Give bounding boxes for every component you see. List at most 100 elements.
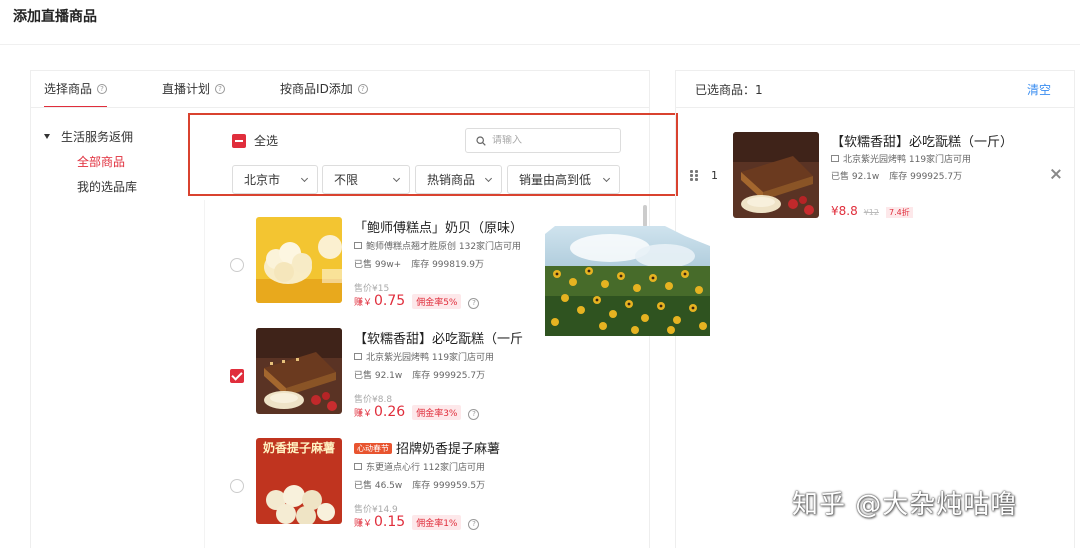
- tree-item-my-library[interactable]: 我的选品库: [44, 178, 137, 195]
- indeterminate-checkbox-icon[interactable]: [232, 133, 246, 148]
- chevron-down-icon: [300, 174, 309, 183]
- store-label: 东更道点心行 112家门店可用: [366, 463, 486, 473]
- product-name[interactable]: 【软糯香甜】必吃翫糕（一斤: [354, 328, 523, 347]
- sold-count: 已售 92.1w: [354, 371, 403, 381]
- product-radio[interactable]: [230, 258, 244, 272]
- list-item[interactable]: 【软糯香甜】必吃翫糕（一斤 北京紫光园烤鸭 119家门店可用 已售 92.1w 库…: [230, 328, 630, 420]
- discount-badge: 7.4折: [886, 207, 913, 218]
- chevron-down-icon: [392, 174, 401, 183]
- earn-label: 赚￥: [354, 519, 373, 529]
- store-icon: [831, 155, 839, 162]
- store-label: 北京紫光园烤鸭 119家门店可用: [843, 155, 972, 165]
- sort-order-select[interactable]: 销量由高到低: [507, 165, 620, 194]
- chevron-down-icon: [484, 174, 493, 183]
- tab-label: 选择商品: [44, 82, 93, 96]
- city-select-value: 北京市: [244, 173, 281, 187]
- page-title: 添加直播商品: [13, 9, 97, 25]
- promo-tag: 心动春节: [354, 443, 392, 454]
- store-label: 鲍师傅糕点翘才胜原创 132家门店可用: [366, 242, 522, 252]
- city-select[interactable]: 北京市: [232, 165, 318, 194]
- product-thumbnail: 奶香提子麻薯: [256, 438, 342, 524]
- help-icon[interactable]: ?: [215, 83, 226, 94]
- selected-count: 已选商品：1: [695, 83, 763, 97]
- product-stats: 已售 92.1w 库存 999925.7万: [354, 368, 485, 381]
- limit-select[interactable]: 不限: [322, 165, 410, 194]
- earn-value: 0.15: [374, 514, 406, 530]
- selected-product-thumbnail: [733, 132, 819, 218]
- right-divider: [676, 107, 1074, 108]
- earn-label: 赚￥: [354, 298, 373, 308]
- earn-value: 0.26: [374, 404, 406, 420]
- list-scrollbar[interactable]: [643, 205, 647, 227]
- product-thumbnail: [256, 328, 342, 414]
- sold-count: 已售 46.5w: [354, 481, 403, 491]
- tab-select-products[interactable]: 选择商品?: [44, 80, 108, 108]
- tree-divider: [204, 200, 205, 548]
- current-price: ¥8.8: [831, 204, 858, 218]
- earn-label: 赚￥: [354, 409, 373, 419]
- product-name-text: 招牌奶香提子麻薯: [396, 442, 501, 457]
- store-label: 北京紫光园烤鸭 119家门店可用: [366, 353, 495, 363]
- select-all-checkbox[interactable]: 全选: [232, 132, 278, 149]
- sold-count: 已售 99w+: [354, 260, 402, 270]
- stock-count: 库存 999959.5万: [412, 481, 486, 491]
- help-icon[interactable]: ?: [97, 83, 108, 94]
- product-store: 鲍师傅糕点翘才胜原创 132家门店可用: [354, 239, 521, 252]
- earn-value: 0.75: [374, 293, 406, 309]
- help-icon[interactable]: ?: [468, 298, 480, 309]
- clear-button[interactable]: 清空: [1027, 81, 1051, 98]
- tab-add-by-id[interactable]: 按商品ID添加?: [280, 80, 368, 97]
- commission-row: 赚￥ 0.26 佣金率3% ?: [354, 404, 480, 420]
- search-icon: [476, 135, 486, 146]
- selected-product-price: ¥8.8 ¥12 7.4折: [831, 204, 913, 218]
- sold-count: 已售 92.1w: [831, 172, 880, 182]
- drag-handle-icon[interactable]: [690, 170, 698, 181]
- product-name[interactable]: 心动春节 招牌奶香提子麻薯: [354, 438, 500, 457]
- commission-rate-badge: 佣金率3%: [412, 405, 462, 420]
- product-name[interactable]: 「鲍师傅糕点」奶贝（原味）: [354, 217, 523, 236]
- stock-count: 库存 999819.9万: [411, 260, 485, 270]
- product-stats: 已售 46.5w 库存 999959.5万: [354, 478, 485, 491]
- help-icon[interactable]: ?: [468, 409, 480, 420]
- product-store: 北京紫光园烤鸭 119家门店可用: [354, 350, 494, 363]
- category-tree: 生活服务返佣 全部商品 我的选品库: [44, 128, 137, 203]
- product-thumbnail: [256, 217, 342, 303]
- watermark: 知乎 @大杂炖咕噜: [792, 490, 1018, 520]
- product-radio[interactable]: [230, 479, 244, 493]
- caret-down-icon[interactable]: [44, 134, 50, 139]
- list-item[interactable]: 奶香提子麻薯 心动春节 招牌奶香提子麻薯 东更道点心行 112家门店可用 已售 4…: [230, 438, 630, 530]
- help-icon[interactable]: ?: [468, 519, 480, 530]
- stock-count: 库存 999925.7万: [412, 371, 486, 381]
- store-icon: [354, 353, 362, 360]
- old-price: ¥12: [863, 208, 879, 217]
- product-stats: 已售 99w+ 库存 999819.9万: [354, 257, 484, 270]
- commission-rate-badge: 佣金率5%: [412, 294, 462, 309]
- commission-row: 赚￥ 0.15 佣金率1% ?: [354, 514, 480, 530]
- header-divider: [0, 44, 1080, 45]
- help-icon[interactable]: ?: [357, 83, 368, 94]
- store-icon: [354, 242, 362, 249]
- sort-type-select[interactable]: 热销商品: [415, 165, 502, 194]
- tree-item-all-products[interactable]: 全部商品: [44, 153, 137, 170]
- flower-photo: [545, 226, 710, 336]
- select-all-label: 全选: [254, 134, 279, 148]
- filter-box: 全选 北京市 不限 热销商品 销量由高到低: [188, 113, 678, 196]
- search-input[interactable]: [492, 135, 602, 146]
- selected-index: 1: [711, 169, 718, 182]
- close-icon[interactable]: [1050, 168, 1062, 180]
- selected-product-stats: 已售 92.1w 库存 999925.7万: [831, 169, 962, 182]
- limit-select-value: 不限: [334, 173, 359, 187]
- tree-root[interactable]: 生活服务返佣: [44, 128, 137, 145]
- commission-rate-badge: 佣金率1%: [412, 515, 462, 530]
- tab-label: 按商品ID添加: [280, 82, 353, 96]
- product-checkbox-checked[interactable]: [230, 369, 244, 383]
- stock-count: 库存 999925.7万: [889, 172, 963, 182]
- product-store: 东更道点心行 112家门店可用: [354, 460, 485, 473]
- tree-root-label: 生活服务返佣: [61, 130, 134, 144]
- selected-product-name: 【软糯香甜】必吃翫糕（一斤）: [831, 135, 1014, 150]
- search-box[interactable]: [465, 128, 621, 153]
- chevron-down-icon: [602, 174, 611, 183]
- tab-label: 直播计划: [162, 82, 211, 96]
- tab-live-plan[interactable]: 直播计划?: [162, 80, 226, 97]
- thumbnail-text: 奶香提子麻薯: [262, 441, 335, 455]
